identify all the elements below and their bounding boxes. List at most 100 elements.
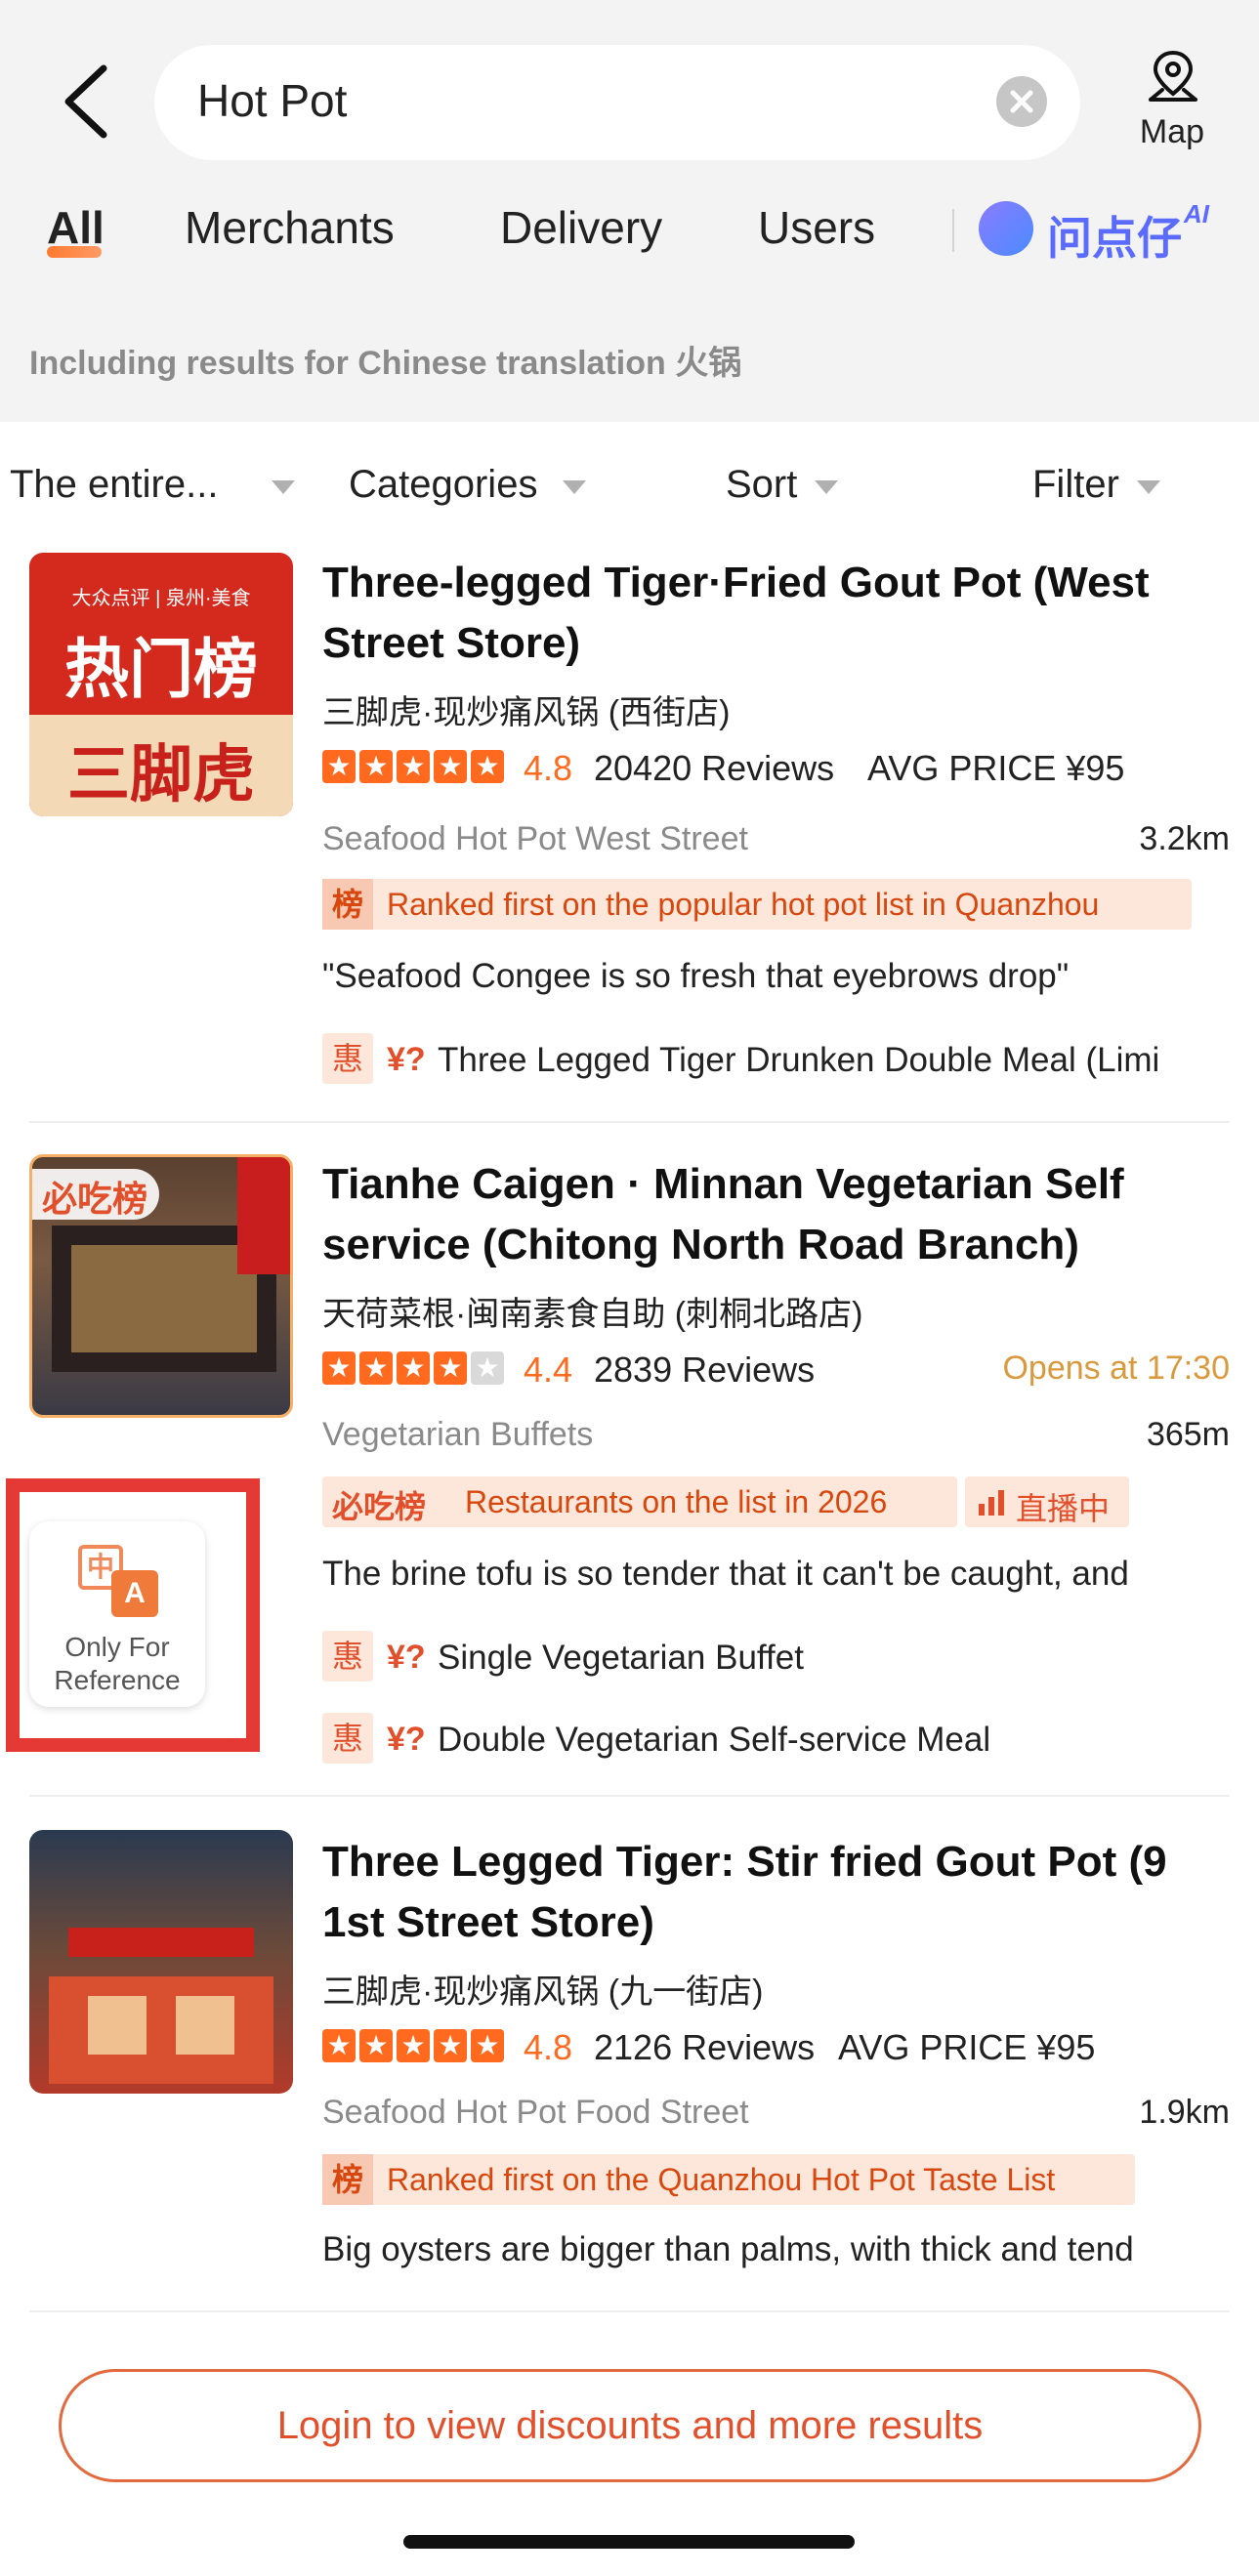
result-name-cn: 三脚虎·现炒痛风锅 (九一街店) bbox=[322, 1974, 764, 2011]
rank-text: Ranked first on the Quanzhou Hot Pot Tas… bbox=[387, 2162, 1056, 2197]
translate-icon: 中 A bbox=[78, 1545, 160, 1617]
clear-search-button[interactable] bbox=[996, 76, 1047, 127]
result-title[interactable]: Three-legged Tiger·Fried Gout Pot (West … bbox=[322, 553, 1231, 674]
deal-price: ¥? bbox=[387, 1041, 426, 1078]
result-name-cn: 天荷菜根·闽南素食自助 (刺桐北路店) bbox=[322, 1296, 863, 1333]
review-quote: Big oysters are bigger than palms, with … bbox=[322, 2230, 1134, 2268]
distance: 365m bbox=[1146, 1416, 1230, 1453]
rating-score: 4.8 bbox=[524, 2027, 573, 2067]
review-count: 2839 Reviews bbox=[594, 1350, 816, 1390]
category-location: Seafood Hot Pot West Street bbox=[322, 820, 748, 857]
discount-icon: 惠 bbox=[322, 1033, 373, 1084]
reference-note: Only For Reference bbox=[54, 1632, 181, 1695]
filter-categories[interactable]: Categories bbox=[349, 463, 537, 507]
ranking-badge[interactable]: 榜 Ranked first on the popular hot pot li… bbox=[322, 879, 1192, 930]
live-bars-icon bbox=[979, 1490, 1004, 1516]
star-icon bbox=[359, 750, 393, 783]
translation-note: Including results for Chinese translatio… bbox=[29, 345, 742, 382]
thumb-brand-text: 大众点评 | 泉州·美食 bbox=[71, 588, 251, 609]
must-eat-badge: 必吃榜 bbox=[42, 1179, 148, 1219]
map-button[interactable]: Map bbox=[1123, 49, 1221, 156]
divider bbox=[29, 1795, 1230, 1797]
deal-item[interactable]: 惠 ¥? Double Vegetarian Self-service Meal bbox=[322, 1713, 1231, 1767]
ai-avatar-icon bbox=[979, 201, 1033, 256]
dropdown-arrow-icon bbox=[563, 480, 586, 494]
live-badge[interactable]: 直播中 bbox=[965, 1476, 1129, 1527]
filter-sort[interactable]: Sort bbox=[726, 463, 797, 507]
deal-text: Double Vegetarian Self-service Meal bbox=[438, 1721, 991, 1759]
star-rating bbox=[322, 750, 508, 787]
restaurant-thumbnail bbox=[29, 1830, 293, 2094]
divider bbox=[29, 1121, 1230, 1123]
star-icon bbox=[322, 1351, 356, 1385]
opening-time: Opens at 17:30 bbox=[1002, 1350, 1230, 1387]
deal-price: ¥? bbox=[387, 1639, 426, 1676]
star-icon bbox=[471, 2029, 504, 2062]
rank-icon: 榜 bbox=[322, 2154, 373, 2205]
deal-item[interactable]: 惠 ¥? Single Vegetarian Buffet bbox=[322, 1631, 1231, 1685]
deal-price: ¥? bbox=[387, 1721, 426, 1758]
discount-icon: 惠 bbox=[322, 1631, 373, 1682]
home-indicator[interactable] bbox=[403, 2535, 855, 2549]
star-icon bbox=[471, 1351, 504, 1385]
rank-text: Ranked first on the popular hot pot list… bbox=[387, 887, 1100, 922]
filter-area[interactable]: The entire... bbox=[10, 463, 218, 507]
distance: 1.9km bbox=[1139, 2094, 1230, 2131]
result-title[interactable]: Three Legged Tiger: Stir fried Gout Pot … bbox=[322, 1832, 1231, 1953]
thumb-name-text: 三脚虎 bbox=[67, 739, 255, 810]
chevron-left-icon bbox=[64, 64, 107, 139]
ranking-badge[interactable]: 榜 Ranked first on the Quanzhou Hot Pot T… bbox=[322, 2154, 1135, 2205]
map-label: Map bbox=[1139, 113, 1205, 150]
review-count: 20420 Reviews bbox=[594, 748, 835, 788]
search-bar[interactable]: Hot Pot bbox=[154, 45, 1080, 160]
filter-filter[interactable]: Filter bbox=[1032, 463, 1119, 507]
ranking-badge[interactable]: 必吃榜 Restaurants on the list in 2026 bbox=[322, 1476, 957, 1527]
avg-price: AVG PRICE ¥95 bbox=[838, 2027, 1096, 2067]
close-icon bbox=[1010, 90, 1033, 113]
deal-text: Single Vegetarian Buffet bbox=[438, 1639, 804, 1677]
translation-overlay[interactable]: 中 A Only For Reference bbox=[6, 1478, 260, 1752]
divider bbox=[29, 2310, 1230, 2312]
filter-bar: The entire... Categories Sort Filter bbox=[0, 449, 1259, 527]
tab-delivery[interactable]: Delivery bbox=[500, 201, 662, 254]
star-icon bbox=[359, 1351, 393, 1385]
thumb-hot-list-text: 热门榜 bbox=[64, 633, 258, 705]
deal-item[interactable]: 惠 ¥? Three Legged Tiger Drunken Double M… bbox=[322, 1033, 1231, 1088]
dropdown-arrow-icon bbox=[272, 480, 295, 494]
must-eat-list-badge: 必吃榜 bbox=[332, 1489, 427, 1524]
avg-price: AVG PRICE ¥95 bbox=[867, 748, 1125, 788]
star-icon bbox=[322, 2029, 356, 2062]
star-icon bbox=[322, 750, 356, 783]
back-button[interactable] bbox=[59, 62, 117, 141]
rank-text: Restaurants on the list in 2026 bbox=[465, 1484, 888, 1519]
active-tab-indicator bbox=[47, 246, 102, 258]
rank-icon: 榜 bbox=[322, 879, 373, 930]
star-icon bbox=[434, 1351, 467, 1385]
star-rating bbox=[322, 1351, 508, 1389]
review-count: 2126 Reviews bbox=[594, 2027, 816, 2067]
review-quote: "Seafood Congee is so fresh that eyebrow… bbox=[322, 957, 1070, 995]
live-text: 直播中 bbox=[1016, 1491, 1111, 1526]
tab-users[interactable]: Users bbox=[758, 201, 875, 254]
result-name-cn: 三脚虎·现炒痛风锅 (西街店) bbox=[322, 694, 731, 731]
star-icon bbox=[471, 750, 504, 783]
ai-label: 问点仔 bbox=[1047, 213, 1182, 264]
dropdown-arrow-icon bbox=[1137, 480, 1160, 494]
map-pin-icon bbox=[1149, 50, 1197, 102]
rating-score: 4.4 bbox=[524, 1350, 573, 1390]
translation-widget[interactable]: 中 A Only For Reference bbox=[29, 1521, 205, 1707]
tab-merchants[interactable]: Merchants bbox=[185, 201, 395, 254]
login-button[interactable]: Login to view discounts and more results bbox=[59, 2369, 1201, 2482]
star-icon bbox=[397, 2029, 430, 2062]
result-title[interactable]: Tianhe Caigen · Minnan Vegetarian Self s… bbox=[322, 1154, 1231, 1275]
restaurant-thumbnail: 大众点评 | 泉州·美食 热门榜 三脚虎 bbox=[29, 553, 293, 816]
distance: 3.2km bbox=[1139, 820, 1230, 857]
search-input[interactable]: Hot Pot bbox=[197, 74, 347, 127]
restaurant-thumbnail: 必吃榜 bbox=[29, 1154, 293, 1418]
tab-divider bbox=[952, 209, 954, 252]
star-icon bbox=[359, 2029, 393, 2062]
discount-icon: 惠 bbox=[322, 1713, 373, 1764]
deal-text: Three Legged Tiger Drunken Double Meal (… bbox=[438, 1041, 1160, 1079]
star-icon bbox=[397, 1351, 430, 1385]
star-icon bbox=[434, 2029, 467, 2062]
